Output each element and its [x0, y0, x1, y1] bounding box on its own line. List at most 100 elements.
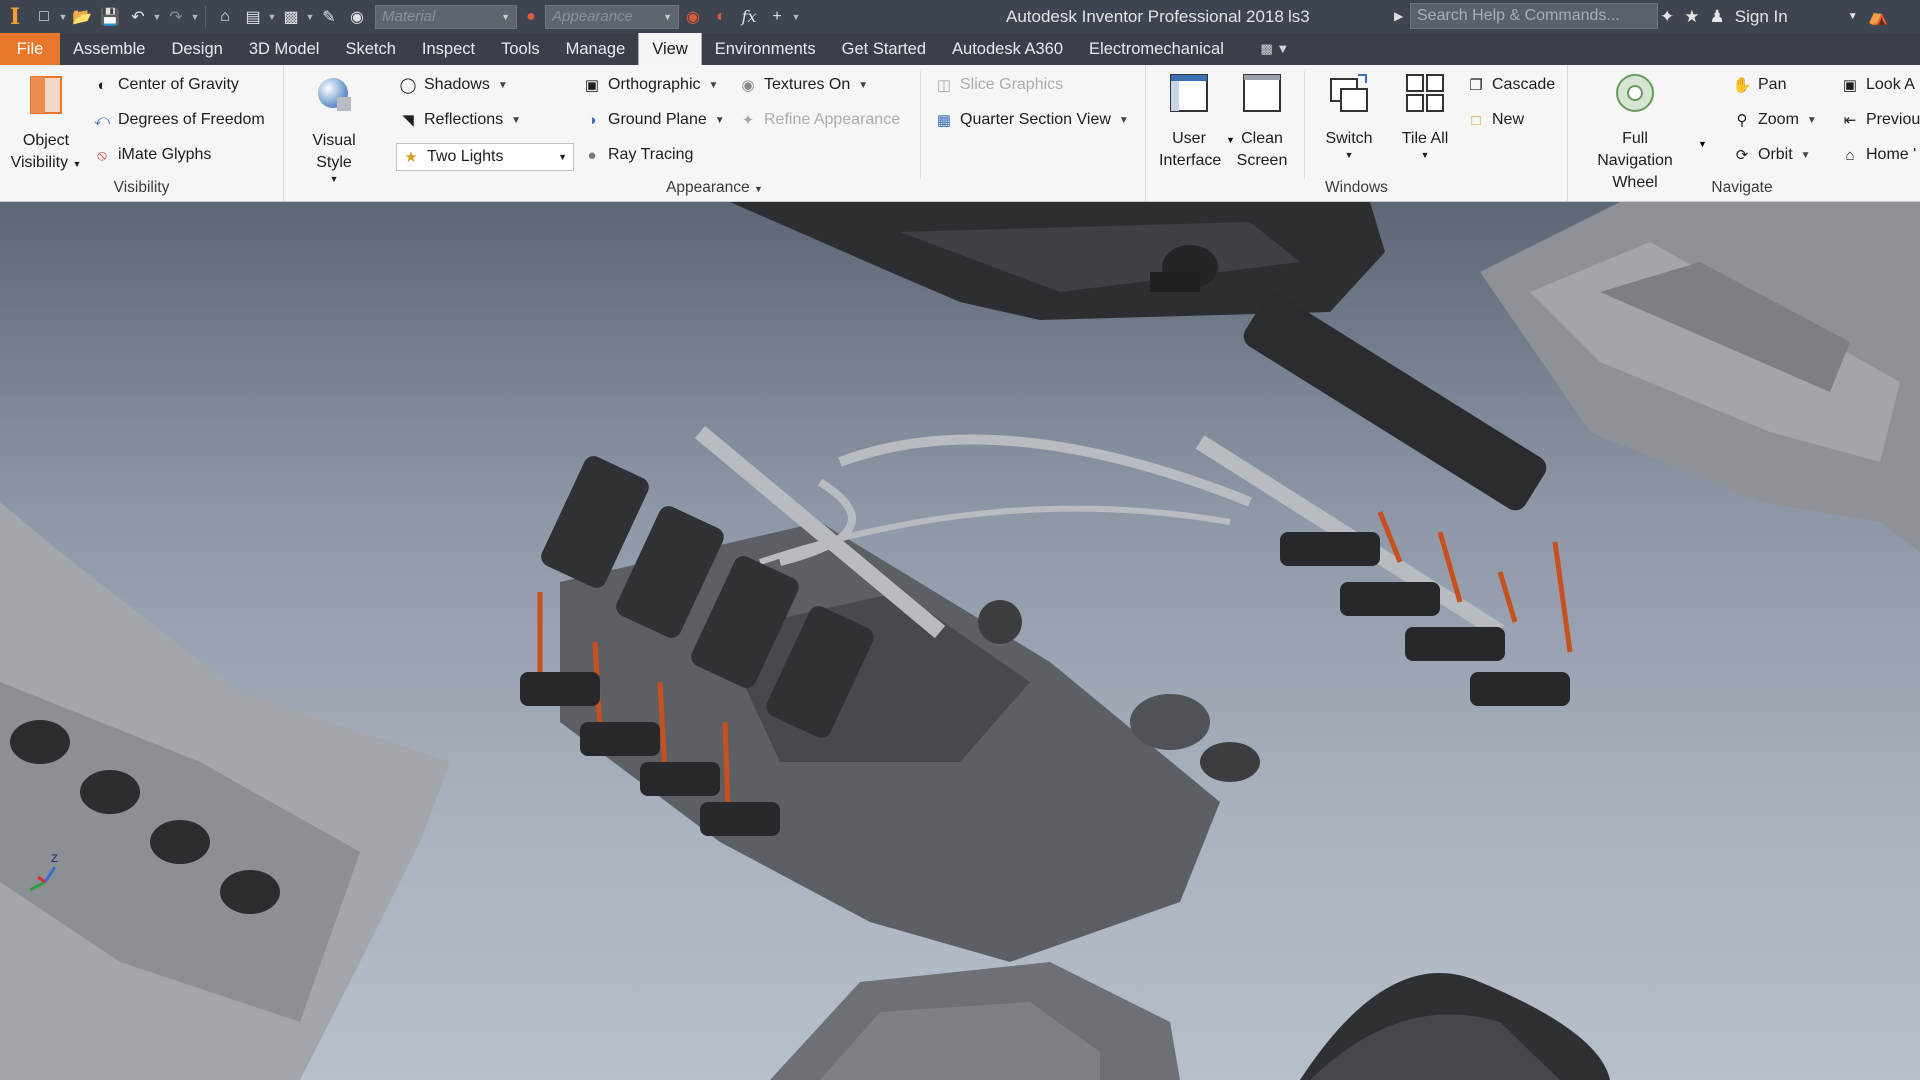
- binoculars-icon[interactable]: ✦: [1660, 7, 1674, 27]
- switch-button[interactable]: Switch ▼: [1314, 71, 1384, 160]
- clear-appearance-icon[interactable]: ◐: [709, 5, 733, 29]
- chevron-right-icon[interactable]: ▶: [1394, 0, 1403, 33]
- cascade-button[interactable]: ❐ Cascade: [1466, 75, 1555, 95]
- reflections-label: Reflections: [424, 111, 504, 128]
- chevron-down-icon[interactable]: ▼: [305, 12, 315, 22]
- tab-electromechanical[interactable]: Electromechanical: [1076, 33, 1237, 65]
- appearance-select[interactable]: Appearance ▼: [545, 4, 679, 29]
- pan-button[interactable]: ✋ Pan: [1732, 75, 1787, 95]
- separator: [1304, 71, 1305, 179]
- quarter-section-view-button[interactable]: ▦ Quarter Section View ▼: [934, 110, 1129, 130]
- orbit-button[interactable]: ⟳ Orbit ▼: [1732, 145, 1811, 165]
- user-icon[interactable]: ♟: [1710, 7, 1725, 27]
- save-icon[interactable]: 💾: [98, 5, 122, 29]
- tab-view[interactable]: View: [638, 33, 702, 65]
- lighting-style-select[interactable]: ★ Two Lights ▼: [396, 143, 574, 171]
- engine-block-left[interactable]: [0, 502, 450, 1080]
- spark-plug-boots-right[interactable]: [1280, 532, 1570, 706]
- graphics-viewport[interactable]: Z: [0, 202, 1920, 1080]
- search-input[interactable]: Search Help & Commands...: [1410, 3, 1658, 29]
- new-file-icon[interactable]: □: [32, 5, 56, 29]
- chevron-down-icon: ▼: [1118, 114, 1129, 126]
- chevron-down-icon[interactable]: ▼: [58, 12, 68, 22]
- tab-autodesk-a360[interactable]: Autodesk A360: [939, 33, 1076, 65]
- center-of-gravity-toggle[interactable]: ◐ Center of Gravity: [92, 75, 238, 95]
- look-at-label: Look A: [1866, 76, 1915, 93]
- tab-assemble[interactable]: Assemble: [60, 33, 158, 65]
- appearance-color-icon[interactable]: ●: [519, 5, 543, 29]
- redo-icon[interactable]: ↷: [164, 5, 188, 29]
- orthographic-label: Orthographic: [608, 76, 701, 93]
- plus-icon[interactable]: +: [765, 5, 789, 29]
- degrees-of-freedom-toggle[interactable]: ⤺ Degrees of Freedom: [92, 110, 265, 130]
- adjust-appearance-icon[interactable]: ◉: [681, 5, 705, 29]
- globe-icon[interactable]: ◉: [345, 5, 369, 29]
- clean-screen-button[interactable]: Clean Screen: [1230, 71, 1294, 172]
- slice-graphics-button[interactable]: ◫ Slice Graphics: [934, 75, 1063, 95]
- orthographic-button[interactable]: ▣ Orthographic ▼: [582, 75, 719, 95]
- sign-in-link[interactable]: Sign In: [1735, 7, 1788, 27]
- shadows-button[interactable]: ◯ Shadows ▼: [398, 75, 508, 95]
- refine-appearance-button[interactable]: ✦ Refine Appearance: [738, 110, 900, 130]
- engine-assembly-model[interactable]: Z: [0, 202, 1920, 1080]
- parameters-fx-icon[interactable]: fx: [737, 5, 761, 29]
- tab-get-started[interactable]: Get Started: [829, 33, 939, 65]
- ribbon-display-options-icon[interactable]: ▩ ▼: [1255, 33, 1295, 65]
- home-icon[interactable]: ⌂: [213, 5, 237, 29]
- reflections-icon: ◥: [402, 112, 414, 129]
- undo-icon[interactable]: ↶: [126, 5, 150, 29]
- chevron-down-icon: ▼: [1344, 150, 1354, 160]
- appearance-panel-label: Appearance: [666, 179, 750, 196]
- look-at-button[interactable]: ▣ Look A: [1840, 75, 1915, 95]
- tab-design[interactable]: Design: [158, 33, 235, 65]
- quarter-section-view-label: Quarter Section View: [960, 111, 1111, 128]
- appearance-placeholder: Appearance: [552, 8, 633, 25]
- object-visibility-label: Object Visibility: [10, 132, 70, 171]
- visual-style-button[interactable]: Visual Style ▼: [294, 73, 374, 184]
- new-window-button[interactable]: □ New: [1466, 110, 1524, 130]
- image-icon[interactable]: ▤: [241, 5, 265, 29]
- object-visibility-button[interactable]: Object Visibility ▼: [8, 73, 84, 175]
- full-navigation-wheel-button[interactable]: Full Navigation Wheel: [1580, 71, 1690, 194]
- star-icon[interactable]: ★: [1684, 7, 1699, 27]
- imate-glyphs-icon: ⦸: [97, 146, 107, 164]
- appearance-panel-title[interactable]: Appearance ▼: [284, 179, 1145, 197]
- ray-tracing-button[interactable]: ● Ray Tracing: [582, 145, 693, 165]
- reflections-button[interactable]: ◥ Reflections ▼: [398, 110, 521, 130]
- appearance-panel: Visual Style ▼ ◯ Shadows ▼ ◥ Reflections…: [284, 65, 1146, 201]
- chevron-down-icon: ▼: [753, 184, 763, 194]
- visibility-panel-title: Visibility: [113, 179, 170, 196]
- zoom-button[interactable]: ⚲ Zoom ▼: [1732, 110, 1817, 130]
- oil-pan[interactable]: [770, 962, 1180, 1080]
- engine-block-right[interactable]: [1480, 202, 1920, 552]
- select-icon[interactable]: ✎: [317, 5, 341, 29]
- tab-tools[interactable]: Tools: [488, 33, 553, 65]
- chevron-down-icon: ▼: [497, 79, 508, 91]
- tab-environments[interactable]: Environments: [702, 33, 829, 65]
- user-interface-button[interactable]: User Interface: [1154, 71, 1224, 172]
- tab-inspect[interactable]: Inspect: [409, 33, 488, 65]
- tile-all-button[interactable]: Tile All ▼: [1390, 71, 1460, 160]
- imate-glyphs-toggle[interactable]: ⦸ iMate Glyphs: [92, 145, 211, 165]
- ignition-coils-right[interactable]: [1239, 289, 1551, 515]
- chevron-down-icon[interactable]: ▼: [267, 12, 277, 22]
- flywheel[interactable]: [1300, 973, 1610, 1080]
- chevron-down-icon[interactable]: ▼: [190, 12, 200, 22]
- chevron-down-icon[interactable]: ▼: [1698, 139, 1707, 149]
- customize-dropdown-icon[interactable]: ▼: [791, 12, 801, 22]
- previous-view-button[interactable]: ⇤ Previou: [1840, 110, 1920, 130]
- chevron-down-icon[interactable]: ▼: [152, 12, 162, 22]
- material-select[interactable]: Material ▼: [375, 4, 517, 29]
- tab-manage[interactable]: Manage: [553, 33, 639, 65]
- chevron-down-icon[interactable]: ▼: [1848, 11, 1858, 22]
- cart-icon[interactable]: ⛺: [1868, 7, 1889, 27]
- home-view-button[interactable]: ⌂ Home ': [1840, 145, 1916, 165]
- inventor-logo-icon[interactable]: I: [0, 0, 30, 33]
- tab-file[interactable]: File: [0, 33, 60, 65]
- textures-on-button[interactable]: ◉ Textures On ▼: [738, 75, 868, 95]
- open-folder-icon[interactable]: 📂: [70, 5, 94, 29]
- ground-plane-button[interactable]: ◑ Ground Plane ▼: [582, 110, 724, 130]
- tab-3d-model[interactable]: 3D Model: [236, 33, 333, 65]
- update-icon[interactable]: ▩: [279, 5, 303, 29]
- tab-sketch[interactable]: Sketch: [332, 33, 408, 65]
